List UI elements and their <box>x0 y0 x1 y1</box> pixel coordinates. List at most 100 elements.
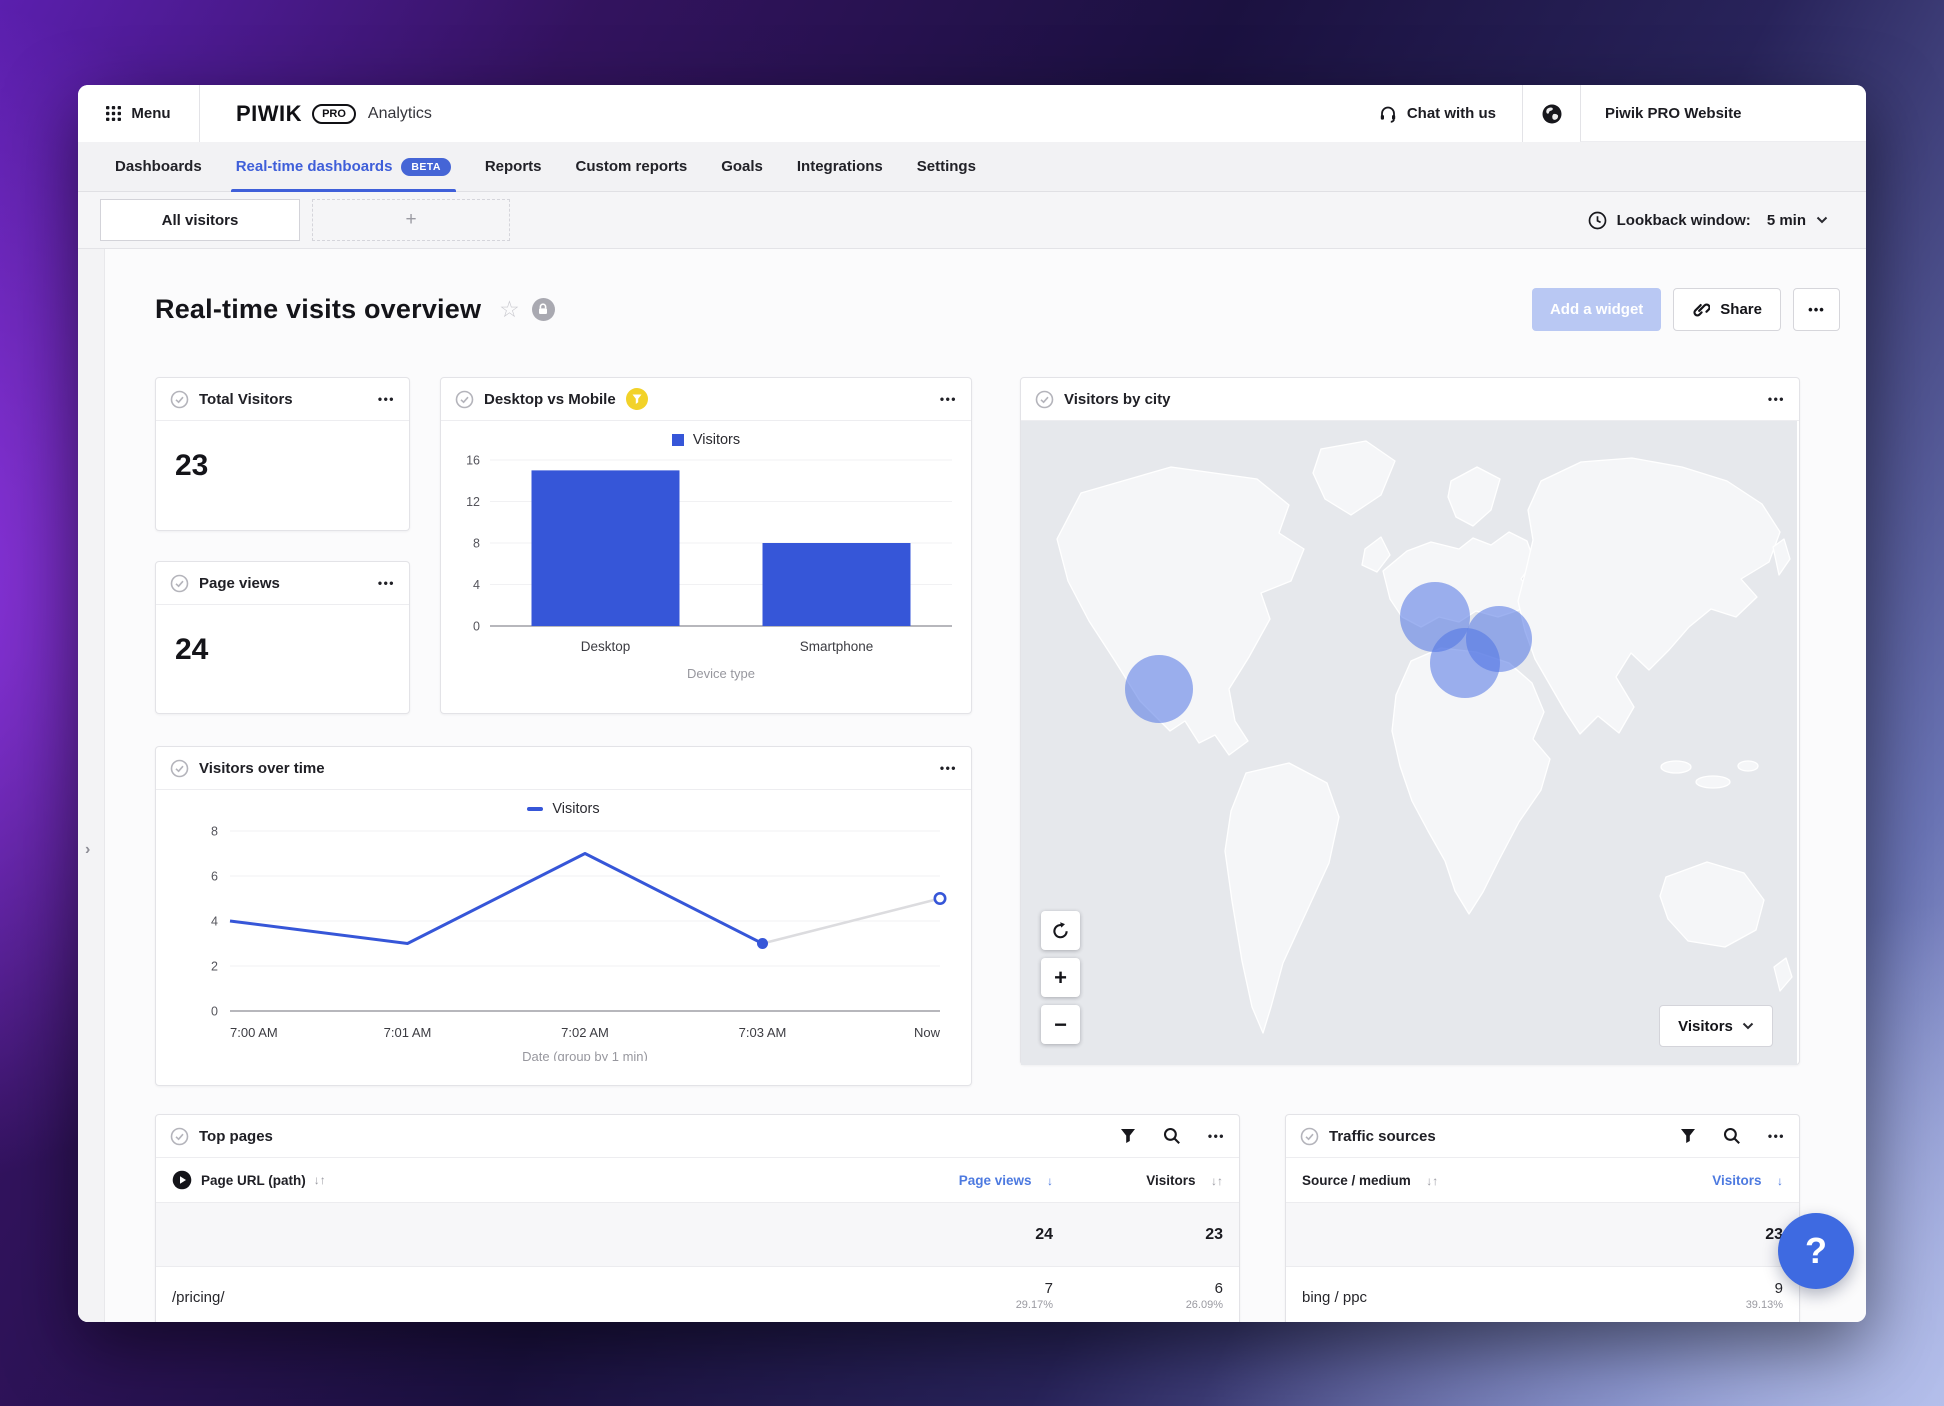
tab-all-visitors[interactable]: All visitors <box>100 199 300 241</box>
add-widget-button[interactable]: Add a widget <box>1532 288 1661 331</box>
nav-item-reports[interactable]: Reports <box>468 142 559 191</box>
line-chart: 024687:00 AM7:01 AM7:02 AM7:03 AMNowDate… <box>164 817 964 1061</box>
svg-text:Desktop: Desktop <box>581 639 631 654</box>
widget-menu-button[interactable]: ••• <box>1208 1129 1225 1143</box>
widget-menu-button[interactable]: ••• <box>378 576 395 590</box>
help-button[interactable]: ? <box>1778 1213 1854 1289</box>
filter-icon[interactable] <box>1680 1128 1696 1144</box>
piwik-pro-logo[interactable]: PIWIK PRO Analytics <box>200 85 432 142</box>
widget-menu-button[interactable]: ••• <box>378 392 395 406</box>
widget-page-views: Page views ••• 24 <box>155 561 410 714</box>
app-bar: Menu PIWIK PRO Analytics <box>78 85 1866 142</box>
map-zoom-in-button[interactable]: + <box>1041 958 1080 997</box>
nav-item-label: Custom reports <box>576 158 688 175</box>
legend-label: Visitors <box>552 801 599 817</box>
sort-both-icon[interactable]: ↓↑ <box>314 1173 326 1187</box>
filter-icon[interactable] <box>1120 1128 1136 1144</box>
menu-button[interactable]: Menu <box>78 85 200 142</box>
widgets-grid: Total Visitors ••• 23 Page views ••• <box>155 377 1800 1321</box>
widget-menu-button[interactable]: ••• <box>940 392 957 406</box>
svg-text:16: 16 <box>466 454 480 468</box>
share-button[interactable]: Share <box>1673 288 1781 331</box>
map-zoom-out-button[interactable]: − <box>1041 1005 1080 1044</box>
page-views-value: 24 <box>156 605 409 667</box>
table-row[interactable]: bing / ppc 939.13% <box>1286 1267 1799 1313</box>
bar-legend: Visitors <box>441 432 971 448</box>
share-label: Share <box>1720 301 1762 318</box>
widget-top-pages: Top pages ••• <box>155 1114 1240 1322</box>
tab-all-visitors-label: All visitors <box>162 212 239 229</box>
filter-applied-badge[interactable] <box>626 388 648 410</box>
widget-menu-button[interactable]: ••• <box>940 761 957 775</box>
map-metric-dropdown[interactable]: Visitors <box>1659 1005 1773 1047</box>
row-visitors-pct: 26.09% <box>1186 1299 1223 1313</box>
total-visitors-value: 23 <box>156 421 409 483</box>
nav-item-goals[interactable]: Goals <box>704 142 780 191</box>
svg-text:12: 12 <box>466 495 480 509</box>
widget-traffic-sources: Traffic sources ••• <box>1285 1114 1800 1322</box>
source-medium: bing / ppc <box>1302 1280 1643 1306</box>
widget-total-visitors: Total Visitors ••• 23 <box>155 377 410 531</box>
traffic-sources-column-header: Source / medium ↓↑ Visitors ↓ <box>1286 1158 1799 1203</box>
check-circle-icon <box>1300 1127 1319 1146</box>
column-page-url[interactable]: Page URL (path) <box>201 1173 306 1188</box>
widget-menu-button[interactable]: ••• <box>1768 392 1785 406</box>
chat-label: Chat with us <box>1407 105 1496 122</box>
column-visitors[interactable]: Visitors ↓ <box>1643 1173 1783 1188</box>
chat-with-us-button[interactable]: Chat with us <box>1352 85 1522 142</box>
traffic-sources-summary-row: 23 <box>1286 1203 1799 1267</box>
nav-item-label: Settings <box>917 158 976 175</box>
legend-label: Visitors <box>693 432 740 448</box>
widget-menu-button[interactable]: ••• <box>1768 1129 1785 1143</box>
widget-desktop-vs-mobile: Desktop vs Mobile ••• Visitors 0481216De… <box>440 377 972 714</box>
lock-badge <box>532 298 555 321</box>
check-circle-icon <box>170 1127 189 1146</box>
column-page-views[interactable]: Page views ↓ <box>863 1173 1053 1188</box>
map-reset-button[interactable] <box>1041 911 1080 950</box>
nav-item-label: Reports <box>485 158 542 175</box>
nav-item-custom-reports[interactable]: Custom reports <box>559 142 705 191</box>
add-dashboard-tab-button[interactable]: + <box>312 199 510 241</box>
row-visitors-pct: 39.13% <box>1746 1299 1783 1313</box>
widget-title: Traffic sources <box>1329 1128 1436 1145</box>
row-page-views: 7 <box>1045 1280 1053 1299</box>
nav-item-integrations[interactable]: Integrations <box>780 142 900 191</box>
clock-icon <box>1588 211 1607 230</box>
nav-item-dashboards[interactable]: Dashboards <box>98 142 219 191</box>
search-icon[interactable] <box>1163 1127 1181 1145</box>
world-map[interactable]: + − Visitors <box>1021 421 1799 1065</box>
svg-text:7:03 AM: 7:03 AM <box>738 1025 786 1040</box>
desktop-background: Menu PIWIK PRO Analytics <box>0 0 1944 1406</box>
add-widget-label: Add a widget <box>1550 301 1643 318</box>
lookback-window-selector[interactable]: Lookback window: 5 min <box>1588 211 1844 230</box>
app-window: Menu PIWIK PRO Analytics <box>78 85 1866 1322</box>
summary-page-views: 24 <box>863 1226 1053 1244</box>
expand-sidebar-chevron[interactable]: › <box>85 841 90 859</box>
svg-text:0: 0 <box>473 620 480 634</box>
table-row[interactable]: /pricing/ 729.17% 626.09% <box>156 1267 1239 1313</box>
menu-label: Menu <box>131 105 170 122</box>
line-legend: Visitors <box>156 801 971 817</box>
svg-text:7:01 AM: 7:01 AM <box>383 1025 431 1040</box>
play-circle-icon[interactable] <box>172 1170 192 1190</box>
chevron-down-icon <box>1742 1022 1754 1030</box>
dashboard-more-button[interactable]: ••• <box>1793 288 1840 331</box>
city-bubble[interactable] <box>1430 628 1500 698</box>
website-selector[interactable]: Piwik PRO Website <box>1580 85 1866 142</box>
column-visitors[interactable]: Visitors ↓↑ <box>1053 1173 1223 1188</box>
svg-text:4: 4 <box>211 915 218 929</box>
widget-title: Total Visitors <box>199 391 293 408</box>
nav-item-settings[interactable]: Settings <box>900 142 993 191</box>
sort-both-icon: ↓↑ <box>1211 1174 1223 1188</box>
favorite-star-icon[interactable]: ☆ <box>499 296 520 323</box>
search-icon[interactable] <box>1723 1127 1741 1145</box>
widget-title: Page views <box>199 575 280 592</box>
column-source-medium[interactable]: Source / medium ↓↑ <box>1302 1173 1438 1188</box>
nav-item-real-time-dashboards[interactable]: Real-time dashboardsBETA <box>219 142 468 191</box>
check-circle-icon <box>170 574 189 593</box>
website-label: Piwik PRO Website <box>1605 105 1741 122</box>
globe-button[interactable] <box>1522 85 1580 142</box>
svg-text:6: 6 <box>211 870 218 884</box>
row-visitors: 9 <box>1775 1280 1783 1299</box>
city-bubble[interactable] <box>1125 655 1193 723</box>
